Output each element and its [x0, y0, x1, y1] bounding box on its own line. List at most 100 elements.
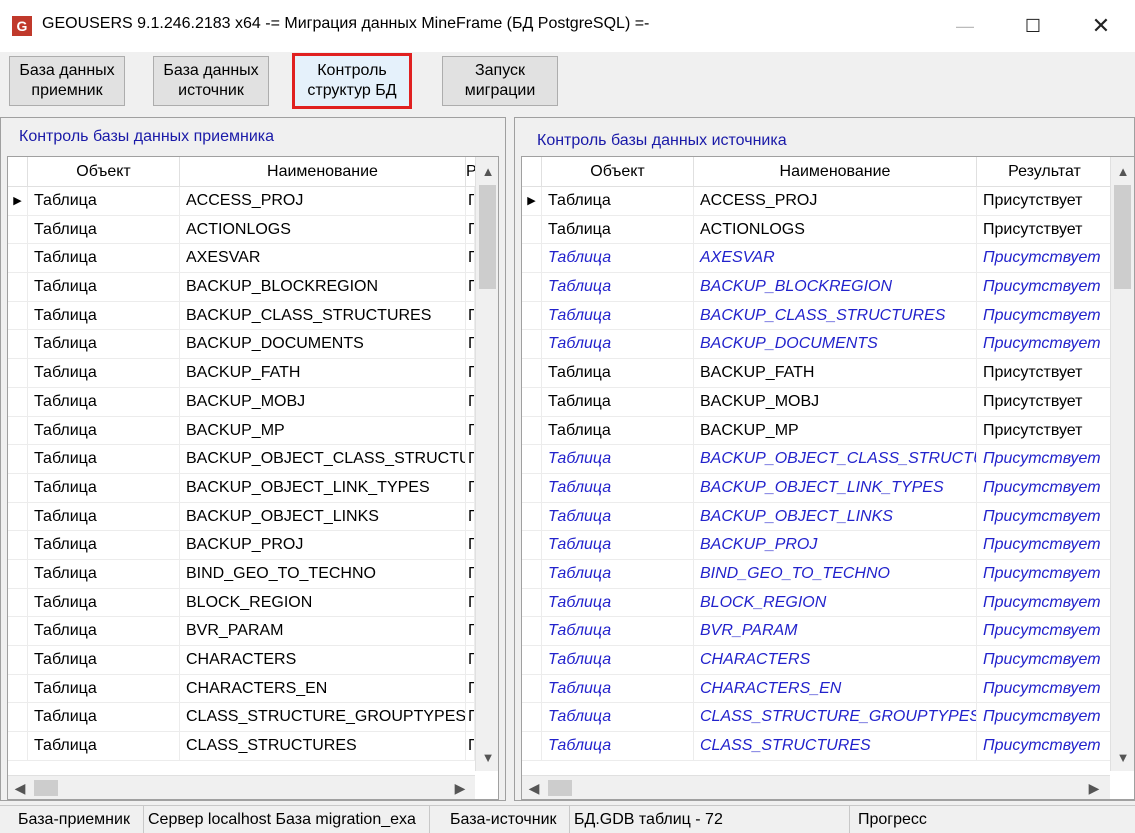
- cell-name[interactable]: AXESVAR: [180, 244, 466, 273]
- cell-name[interactable]: ACCESS_PROJ: [694, 187, 977, 215]
- cell-result[interactable]: Присутствует: [977, 732, 1112, 760]
- target-horizontal-scrollbar[interactable]: ◀ ▶: [8, 775, 475, 799]
- run-migration-button[interactable]: Запуск миграции: [442, 56, 558, 106]
- cell-object[interactable]: Таблица: [28, 359, 180, 387]
- cell-name[interactable]: BACKUP_OBJECT_CLASS_STRUCTURES: [694, 445, 977, 473]
- cell-object[interactable]: Таблица: [28, 559, 180, 588]
- cell-result[interactable]: П: [466, 416, 475, 445]
- cell-result[interactable]: Присутствует: [977, 445, 1112, 473]
- minimize-button[interactable]: —: [931, 0, 999, 52]
- table-row[interactable]: Таблица BACKUP_DOCUMENTS Присутствует: [522, 330, 1112, 360]
- cell-result[interactable]: П: [466, 703, 475, 732]
- cell-name[interactable]: BACKUP_BLOCKREGION: [694, 273, 977, 301]
- close-button[interactable]: ✕: [1067, 0, 1135, 52]
- target-grid[interactable]: Объект Наименование Р ▶ТаблицаACCESS_PRO…: [7, 156, 499, 800]
- cell-object[interactable]: Таблица: [542, 387, 694, 416]
- table-row[interactable]: Таблица BACKUP_BLOCKREGION Присутствует: [522, 273, 1112, 302]
- cell-name[interactable]: BIND_GEO_TO_TECHNO: [180, 559, 466, 588]
- cell-object[interactable]: Таблица: [542, 244, 694, 273]
- cell-result[interactable]: Присутствует: [977, 215, 1112, 244]
- table-row[interactable]: Таблица BVR_PARAM Присутствует: [522, 617, 1112, 646]
- table-row[interactable]: Таблица AXESVAR Присутствует: [522, 244, 1112, 274]
- cell-name[interactable]: CLASS_STRUCTURE_GROUPTYPES: [694, 703, 977, 732]
- cell-result[interactable]: П: [466, 646, 475, 674]
- cell-name[interactable]: BACKUP_FATH: [180, 359, 466, 387]
- cell-result[interactable]: П: [466, 215, 475, 244]
- cell-name[interactable]: BACKUP_PROJ: [180, 531, 466, 559]
- cell-object[interactable]: Таблица: [542, 646, 694, 674]
- cell-result[interactable]: Присутствует: [977, 559, 1112, 588]
- cell-result[interactable]: Присутствует: [977, 301, 1112, 330]
- table-row[interactable]: ТаблицаBACKUP_OBJECT_CLASS_STRUCTURESПри…: [522, 445, 1112, 474]
- cell-object[interactable]: Таблица: [542, 732, 694, 760]
- cell-object[interactable]: Таблица: [28, 244, 180, 273]
- cell-name[interactable]: BACKUP_PROJ: [694, 531, 977, 559]
- cell-object[interactable]: Таблица: [542, 359, 694, 387]
- cell-object[interactable]: Таблица: [542, 703, 694, 732]
- cell-name[interactable]: BACKUP_BLOCKREGION: [180, 273, 466, 301]
- table-row[interactable]: ТаблицаBACKUP_DOCUMENTSП: [8, 330, 475, 360]
- scroll-up-icon[interactable]: ▲: [1111, 161, 1134, 183]
- cell-name[interactable]: BVR_PARAM: [694, 617, 977, 645]
- scroll-down-icon[interactable]: ▼: [476, 747, 498, 769]
- cell-name[interactable]: BACKUP_OBJECT_LINKS: [180, 502, 466, 531]
- control-structures-button[interactable]: Контроль структур БД: [292, 53, 412, 109]
- cell-result[interactable]: П: [466, 445, 475, 473]
- table-row[interactable]: ТаблицаBACKUP_OBJECT_CLASS_STRUCTURESП: [8, 445, 475, 474]
- cell-object[interactable]: Таблица: [28, 732, 180, 760]
- table-row[interactable]: ТаблицаBIND_GEO_TO_TECHNOП: [8, 559, 475, 589]
- table-row[interactable]: Таблица BACKUP_MP Присутствует: [522, 416, 1112, 446]
- table-row[interactable]: ТаблицаACTIONLOGSП: [8, 215, 475, 245]
- table-row[interactable]: ТаблицаBACKUP_PROJП: [8, 531, 475, 560]
- cell-name[interactable]: AXESVAR: [694, 244, 977, 273]
- target-vertical-scrollbar[interactable]: ▲ ▼: [475, 157, 498, 771]
- cell-result[interactable]: Присутствует: [977, 387, 1112, 416]
- table-row[interactable]: Таблица BACKUP_PROJ Присутствует: [522, 531, 1112, 560]
- cell-object[interactable]: Таблица: [542, 473, 694, 502]
- cell-result[interactable]: П: [466, 273, 475, 301]
- cell-object[interactable]: Таблица: [542, 273, 694, 301]
- cell-name[interactable]: BACKUP_MP: [694, 416, 977, 445]
- cell-name[interactable]: BACKUP_MP: [180, 416, 466, 445]
- cell-name[interactable]: BACKUP_MOBJ: [694, 387, 977, 416]
- cell-result[interactable]: П: [466, 732, 475, 760]
- scroll-up-icon[interactable]: ▲: [476, 161, 498, 183]
- hscroll-thumb[interactable]: [34, 780, 58, 796]
- table-row[interactable]: ТаблицаBACKUP_CLASS_STRUCTURESП: [8, 301, 475, 331]
- cell-object[interactable]: Таблица: [28, 473, 180, 502]
- cell-result[interactable]: Присутствует: [977, 502, 1112, 531]
- table-row[interactable]: ТаблицаCHARACTERSП: [8, 646, 475, 675]
- cell-result[interactable]: П: [466, 617, 475, 645]
- cell-object[interactable]: Таблица: [542, 674, 694, 703]
- cell-name[interactable]: CLASS_STRUCTURES: [180, 732, 466, 760]
- cell-name[interactable]: BACKUP_OBJECT_LINKS: [694, 502, 977, 531]
- cell-result[interactable]: П: [466, 502, 475, 531]
- table-row[interactable]: ТаблицаBACKUP_FATHП: [8, 359, 475, 388]
- cell-name[interactable]: CHARACTERS: [180, 646, 466, 674]
- column-header-result[interactable]: Результат: [977, 157, 1112, 187]
- cell-object[interactable]: Таблица: [28, 703, 180, 732]
- table-row[interactable]: ТаблицаBACKUP_OBJECT_LINKSП: [8, 502, 475, 532]
- table-row[interactable]: Таблица CHARACTERS Присутствует: [522, 646, 1112, 675]
- table-row[interactable]: ТаблицаAXESVARП: [8, 244, 475, 274]
- scroll-left-icon[interactable]: ◀: [8, 776, 32, 799]
- cell-object[interactable]: Таблица: [28, 531, 180, 559]
- cell-object[interactable]: Таблица: [542, 531, 694, 559]
- cell-result[interactable]: П: [466, 330, 475, 359]
- cell-name[interactable]: BACKUP_CLASS_STRUCTURES: [694, 301, 977, 330]
- cell-result[interactable]: П: [466, 187, 475, 215]
- cell-name[interactable]: BACKUP_OBJECT_LINK_TYPES: [694, 473, 977, 502]
- cell-object[interactable]: Таблица: [28, 187, 180, 215]
- source-horizontal-scrollbar[interactable]: ◀ ▶: [522, 775, 1110, 799]
- cell-name[interactable]: CHARACTERS: [694, 646, 977, 674]
- cell-object[interactable]: Таблица: [28, 416, 180, 445]
- cell-name[interactable]: BVR_PARAM: [180, 617, 466, 645]
- cell-name[interactable]: BLOCK_REGION: [180, 588, 466, 617]
- cell-result[interactable]: Присутствует: [977, 646, 1112, 674]
- cell-result[interactable]: П: [466, 244, 475, 273]
- cell-name[interactable]: BIND_GEO_TO_TECHNO: [694, 559, 977, 588]
- table-row[interactable]: ▶ТаблицаACCESS_PROJП: [8, 187, 475, 216]
- cell-result[interactable]: П: [466, 359, 475, 387]
- maximize-button[interactable]: ☐: [999, 0, 1067, 52]
- cell-object[interactable]: Таблица: [28, 502, 180, 531]
